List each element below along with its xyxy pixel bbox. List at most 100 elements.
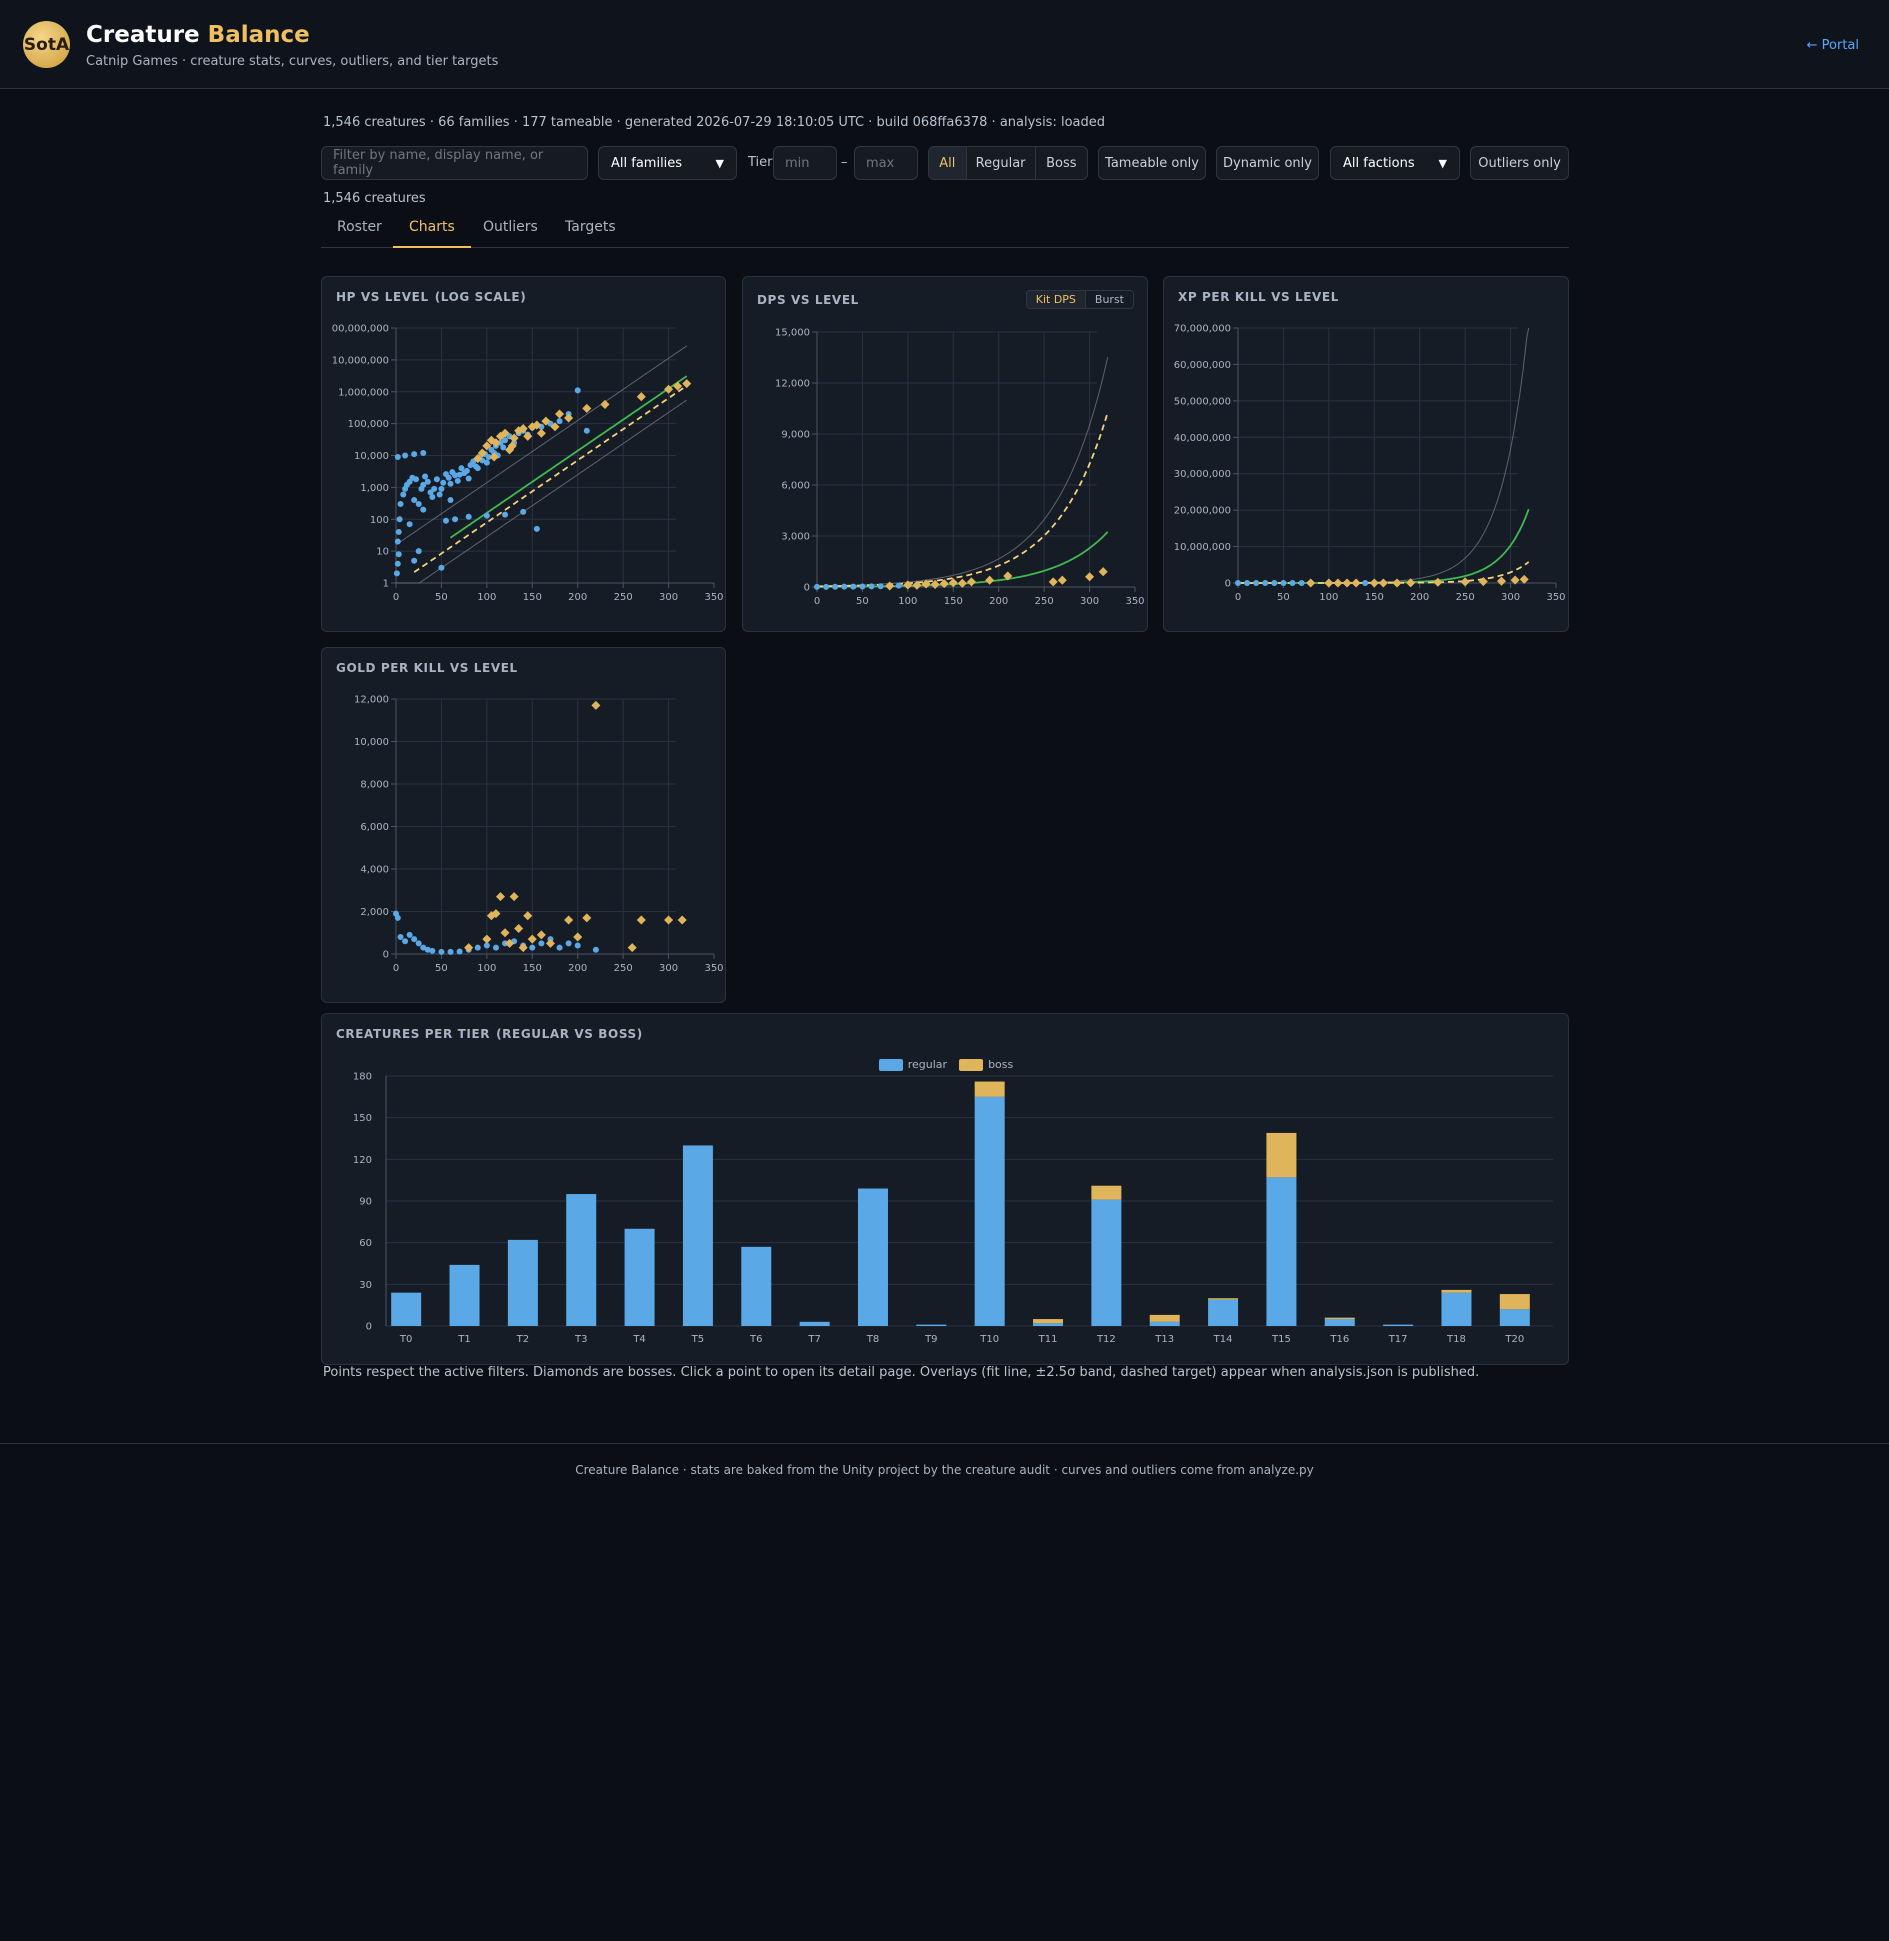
- y-tick-label: 6,000: [781, 481, 810, 492]
- boss-point: [500, 928, 510, 938]
- regular-point: [397, 934, 404, 940]
- bar-regular: [1033, 1323, 1064, 1326]
- x-tick-label: 250: [1035, 596, 1054, 607]
- tier-dash: –: [841, 155, 848, 170]
- tab-bar: Roster Charts Outliers Targets: [321, 217, 1569, 248]
- xp-chart[interactable]: 0 10,000,000 20,000,000 30,000,000 40,000,00…: [1164, 277, 1570, 633]
- tab-outliers[interactable]: Outliers: [467, 217, 554, 248]
- bar-regular: [1091, 1199, 1122, 1326]
- regular-point: [456, 948, 463, 955]
- bar-regular: [391, 1292, 422, 1326]
- tier-max-input[interactable]: max: [854, 146, 918, 180]
- regular-point: [394, 560, 401, 567]
- boss-point: [600, 399, 610, 409]
- regular-point: [411, 936, 418, 943]
- band-upper-line: [1238, 327, 1530, 584]
- x-tick-label: T8: [866, 1334, 879, 1345]
- boss-point: [682, 379, 692, 389]
- boss-point: [527, 934, 537, 944]
- y-tick-label: 12,000: [775, 379, 810, 390]
- portal-link[interactable]: ← Portal: [1807, 38, 1859, 53]
- search-input[interactable]: Filter by name, display name, or family: [321, 146, 588, 180]
- hp-chart[interactable]: 1 10 100 1,000 10,000 100,000 1,000,000 10,000,…: [322, 277, 727, 633]
- regular-point: [402, 938, 409, 945]
- regular-point: [442, 517, 449, 524]
- boss-point: [564, 915, 574, 925]
- tier-chart-panel: Creatures per tier (regular vs boss) regu…: [321, 1013, 1569, 1365]
- bar-regular: [857, 1188, 888, 1326]
- tier-chart[interactable]: 0 30 60 90 120 150 180 T0 T1 T2 T3 T4 T5 T6 T7 T8 T9 T10 T…: [322, 1014, 1570, 1366]
- regular-point: [447, 948, 454, 955]
- regular-point: [395, 551, 402, 558]
- result-count: 1,546 creatures: [323, 191, 426, 206]
- outliers-only-button[interactable]: Outliers only: [1470, 146, 1569, 180]
- regular-point: [394, 914, 401, 921]
- y-tick-label: 10,000,000: [1174, 542, 1231, 553]
- tameable-only-button[interactable]: Tameable only: [1098, 146, 1206, 180]
- regular-point: [841, 583, 848, 590]
- regular-point: [1289, 580, 1296, 586]
- tab-roster[interactable]: Roster: [321, 217, 398, 248]
- kind-regular-button[interactable]: Regular: [967, 147, 1036, 179]
- tab-targets[interactable]: Targets: [549, 217, 632, 248]
- dps-chart[interactable]: 0 3,000 6,000 9,000 12,000 15,000 0 50 100 150 200…: [743, 277, 1149, 633]
- boss-point: [948, 578, 958, 588]
- x-tick-label: T17: [1388, 1334, 1408, 1345]
- x-tick-label: 350: [1125, 596, 1144, 607]
- tier-min-input[interactable]: min: [773, 146, 837, 180]
- y-tick-label: 20,000,000: [1174, 506, 1231, 517]
- tab-charts[interactable]: Charts: [393, 217, 471, 248]
- regular-point: [483, 459, 490, 466]
- y-tick-label: 150: [353, 1113, 372, 1124]
- chevron-down-icon: ▼: [1438, 156, 1447, 170]
- boss-point: [1057, 575, 1067, 585]
- family-select[interactable]: All families ▼: [598, 146, 737, 180]
- regular-point: [438, 564, 445, 571]
- x-tick-label: 0: [814, 596, 820, 607]
- boss-point: [677, 915, 687, 925]
- dps-chart-panel: DPS vs level Kit DPS Burst 0 3,000 6,000 9,…: [742, 276, 1148, 632]
- boss-point: [1392, 578, 1402, 588]
- x-tick-label: T2: [516, 1334, 529, 1345]
- bar-regular: [507, 1239, 538, 1326]
- bar-regular: [916, 1324, 947, 1326]
- dynamic-only-button[interactable]: Dynamic only: [1216, 146, 1319, 180]
- y-tick-label: 0: [804, 583, 810, 594]
- regular-point: [396, 516, 403, 523]
- x-tick-label: 350: [1546, 592, 1565, 603]
- x-tick-label: 100: [477, 963, 496, 974]
- y-tick-label: 15,000: [775, 328, 810, 339]
- boss-point: [495, 892, 506, 902]
- x-tick-label: 150: [523, 963, 542, 974]
- x-tick-label: 300: [1080, 596, 1099, 607]
- boss-point: [591, 700, 601, 710]
- regular-point: [1271, 580, 1278, 586]
- tier-label: Tier: [748, 155, 773, 170]
- chevron-down-icon: ▼: [715, 156, 724, 170]
- regular-point: [877, 583, 884, 590]
- boss-point: [1333, 578, 1343, 588]
- target-line: [816, 412, 1109, 588]
- regular-point: [1298, 580, 1305, 586]
- kind-all-button[interactable]: All: [929, 147, 967, 179]
- y-tick-label: 10,000: [354, 737, 389, 748]
- regular-point: [436, 491, 443, 498]
- x-tick-label: 0: [393, 592, 399, 603]
- regular-point: [420, 449, 427, 456]
- regular-point: [431, 485, 438, 492]
- regular-point: [412, 476, 419, 483]
- y-tick-label: 8,000: [360, 780, 389, 791]
- boss-point: [1324, 578, 1334, 588]
- y-tick-label: 1,000: [360, 483, 389, 494]
- bar-regular: [449, 1264, 480, 1326]
- faction-select[interactable]: All factions ▼: [1330, 146, 1460, 180]
- regular-point: [529, 944, 536, 951]
- regular-point: [814, 583, 820, 590]
- regular-point: [1280, 580, 1287, 586]
- gold-chart[interactable]: 0 2,000 4,000 6,000 8,000 10,000 12,000 0 50 100 1…: [322, 648, 727, 1004]
- regular-point: [465, 513, 472, 520]
- kind-boss-button[interactable]: Boss: [1036, 147, 1087, 179]
- boss-point: [536, 930, 546, 940]
- regular-point: [474, 465, 481, 472]
- y-tick-label: 4,000: [360, 865, 389, 876]
